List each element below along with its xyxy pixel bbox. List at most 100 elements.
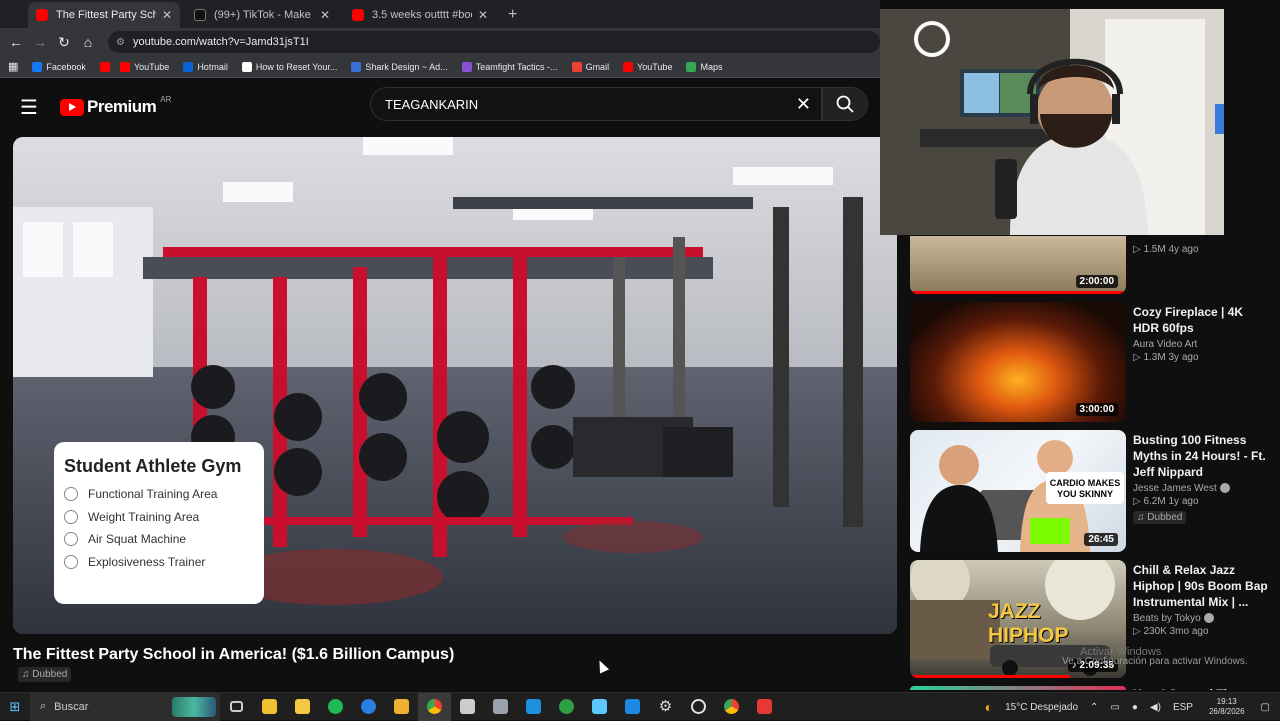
recommendation-thumbnail[interactable]: CARDIO MAKES YOU SKINNY 26:45 [910,430,1126,552]
app-icon-gray[interactable] [484,693,517,721]
app-icon-red[interactable] [748,693,781,721]
radio-circle-icon [64,487,78,502]
close-tab-icon[interactable]: ✕ [320,8,330,22]
dubbed-badge: ♫ Dubbed [18,667,72,682]
radio-circle-icon [64,532,78,547]
bookmark-gmail[interactable]: Gmail [571,61,609,72]
recommendation-thumbnail[interactable]: 2:00:00 [910,236,1126,294]
xbox-icon[interactable] [550,693,583,721]
chrome-icon[interactable] [418,692,451,721]
tab-youtube-video[interactable]: The Fittest Party School in America ✕ [28,2,180,28]
app-icon-photos[interactable] [616,693,649,721]
recommendation-item[interactable]: CARDIO MAKES YOU SKINNY 26:45 Busting 10… [910,430,1270,552]
recommendation-title[interactable]: Chill & Relax Jazz Hiphop | 90s Boom Bap… [1133,562,1268,610]
overlay-option: Functional Training Area [64,483,254,506]
taskbar-clock[interactable]: 19:13 26/8/2026 [1209,697,1245,717]
recommendation-item[interactable]: 3:00:00 Cozy Fireplace | 4K HDR 60fps Au… [910,302,1270,424]
bookmark-youtube-icon-only[interactable] [99,61,114,72]
audio-track-icon: ♫ [22,669,33,680]
bookmark-facebook[interactable]: Facebook [32,61,86,72]
recommendation-item[interactable]: How I Created The [910,686,1270,690]
recommendation-channel[interactable]: Aura Video Art [1133,339,1268,350]
app-icon-notes[interactable] [583,693,616,721]
menu-icon[interactable]: ☰ [20,95,40,120]
chrome-icon-2[interactable] [715,693,748,721]
views-play-icon: ▷ [1133,244,1144,255]
youtube-premium-logo[interactable]: Premium AR [60,95,171,117]
reload-icon[interactable]: ↻ [52,34,76,51]
volume-icon[interactable]: ◀) [1150,702,1161,713]
close-tab-icon[interactable]: ✕ [478,8,488,22]
page-icon [241,61,252,72]
new-tab-icon[interactable]: + [502,2,523,28]
recommendation-meta: Chill & Relax Jazz Hiphop | 90s Boom Bap… [1133,562,1268,637]
file-explorer-icon[interactable] [286,693,319,721]
home-icon[interactable]: ⌂ [76,34,100,50]
tray-chevron-icon[interactable]: ⌃ [1090,702,1098,713]
bookmark-youtube[interactable]: YouTube [119,61,169,72]
bookmark-maps[interactable]: Maps [686,61,722,72]
recommendation-title[interactable]: Cozy Fireplace | 4K HDR 60fps [1133,304,1268,336]
tab-tiktok[interactable]: (99+) TikTok - Make Your Day ✕ [186,2,338,28]
weather-text[interactable]: 15°C Despejado [1005,702,1078,713]
recommendation-thumbnail[interactable] [910,686,1126,690]
app-icon-wheel[interactable] [682,693,715,721]
gmail-icon [571,61,582,72]
bookmark-youtube-2[interactable]: YouTube [623,61,672,72]
language-indicator[interactable]: ESP [1173,702,1193,713]
settings-icon[interactable]: ⚙ [649,693,682,721]
recommendation-meta: Busting 100 Fitness Myths in 24 Hours! -… [1133,432,1268,525]
recommendation-channel[interactable]: Beats by Tokyo [1133,613,1268,624]
overlay-option: Air Squat Machine [64,528,254,551]
recommendation-stats: ▷ 6.2M 1y ago [1133,496,1199,507]
recommendation-thumbnail[interactable]: 3:00:00 [910,302,1126,422]
back-icon[interactable]: ← [4,34,28,50]
app-icon-chart[interactable] [385,693,418,721]
verified-icon [1203,613,1214,624]
thumbnail-caption: JAZZ HIPHOP [988,600,1069,647]
network-icon[interactable]: ▭ [1110,702,1119,713]
clear-search-icon[interactable]: ✕ [796,94,811,115]
webcam-feed-image [880,9,1224,235]
close-tab-icon[interactable]: ✕ [162,8,172,22]
weather-icon[interactable]: ◐ [985,699,993,715]
recommendation-channel[interactable]: Jesse James West [1133,483,1268,494]
tab-youtube-short[interactable]: 3.5 weeks outttt #bodybuilding ✕ [344,2,496,28]
forward-icon[interactable]: → [28,34,52,50]
ms-store-icon[interactable] [253,693,286,721]
bookmark-reset[interactable]: How to Reset Your... [241,61,337,72]
notifications-icon[interactable]: ▢ [1261,702,1270,713]
overlay-card-heading: Student Athlete Gym [64,456,242,476]
windows-start-icon[interactable]: ⊞ [0,699,30,715]
recommendation-title[interactable]: Busting 100 Fitness Myths in 24 Hours! -… [1133,432,1268,480]
recommendation-stats: ▷ 230K 3mo ago [1133,626,1209,637]
youtube-favicon-icon [36,9,48,21]
tab-strip: The Fittest Party School in America ✕ (9… [0,0,880,28]
tiktok-favicon-icon [194,9,206,21]
taskbar-search-input[interactable]: ⌕ Buscar [30,692,220,721]
tft-icon [461,61,472,72]
radio-circle-icon [64,554,78,569]
bookmark-hotmail[interactable]: Hotmail [183,61,228,72]
mouse-cursor-icon [594,658,610,674]
bookmark-shark-design[interactable]: Shark Design ~ Ad... [351,61,448,72]
system-tray: ◐ 15°C Despejado ⌃ ▭ ● ◀) ESP 19:13 26/8… [979,693,1280,721]
webcam-overlay [880,9,1224,235]
search-input[interactable]: TEAGANKARIN ✕ [370,87,822,121]
site-info-icon[interactable]: ⚙ [116,37,125,48]
youtube-favicon-icon [352,9,364,21]
apps-grid-icon[interactable]: ▦ [8,60,18,73]
recommendation-item[interactable]: 2:00:00 ▷ 1.5M 4y ago [910,236,1270,298]
recommendation-title[interactable]: How I Created The [1133,686,1268,690]
spotify-icon[interactable] [319,693,352,721]
verified-icon [1219,483,1230,494]
search-button[interactable] [822,87,868,121]
app-icon-blue[interactable] [352,693,385,721]
microphone-icon[interactable]: ● [1132,702,1138,713]
app-icon-paint[interactable] [517,693,550,721]
watch-progress-bar [910,675,1070,678]
calculator-icon[interactable] [451,693,484,721]
url-input[interactable]: ⚙ youtube.com/watch?v=Jamd31jsT1I [108,31,880,53]
bookmark-tft[interactable]: Teamfight Tactics -... [461,61,558,72]
task-view-icon[interactable] [220,693,253,721]
